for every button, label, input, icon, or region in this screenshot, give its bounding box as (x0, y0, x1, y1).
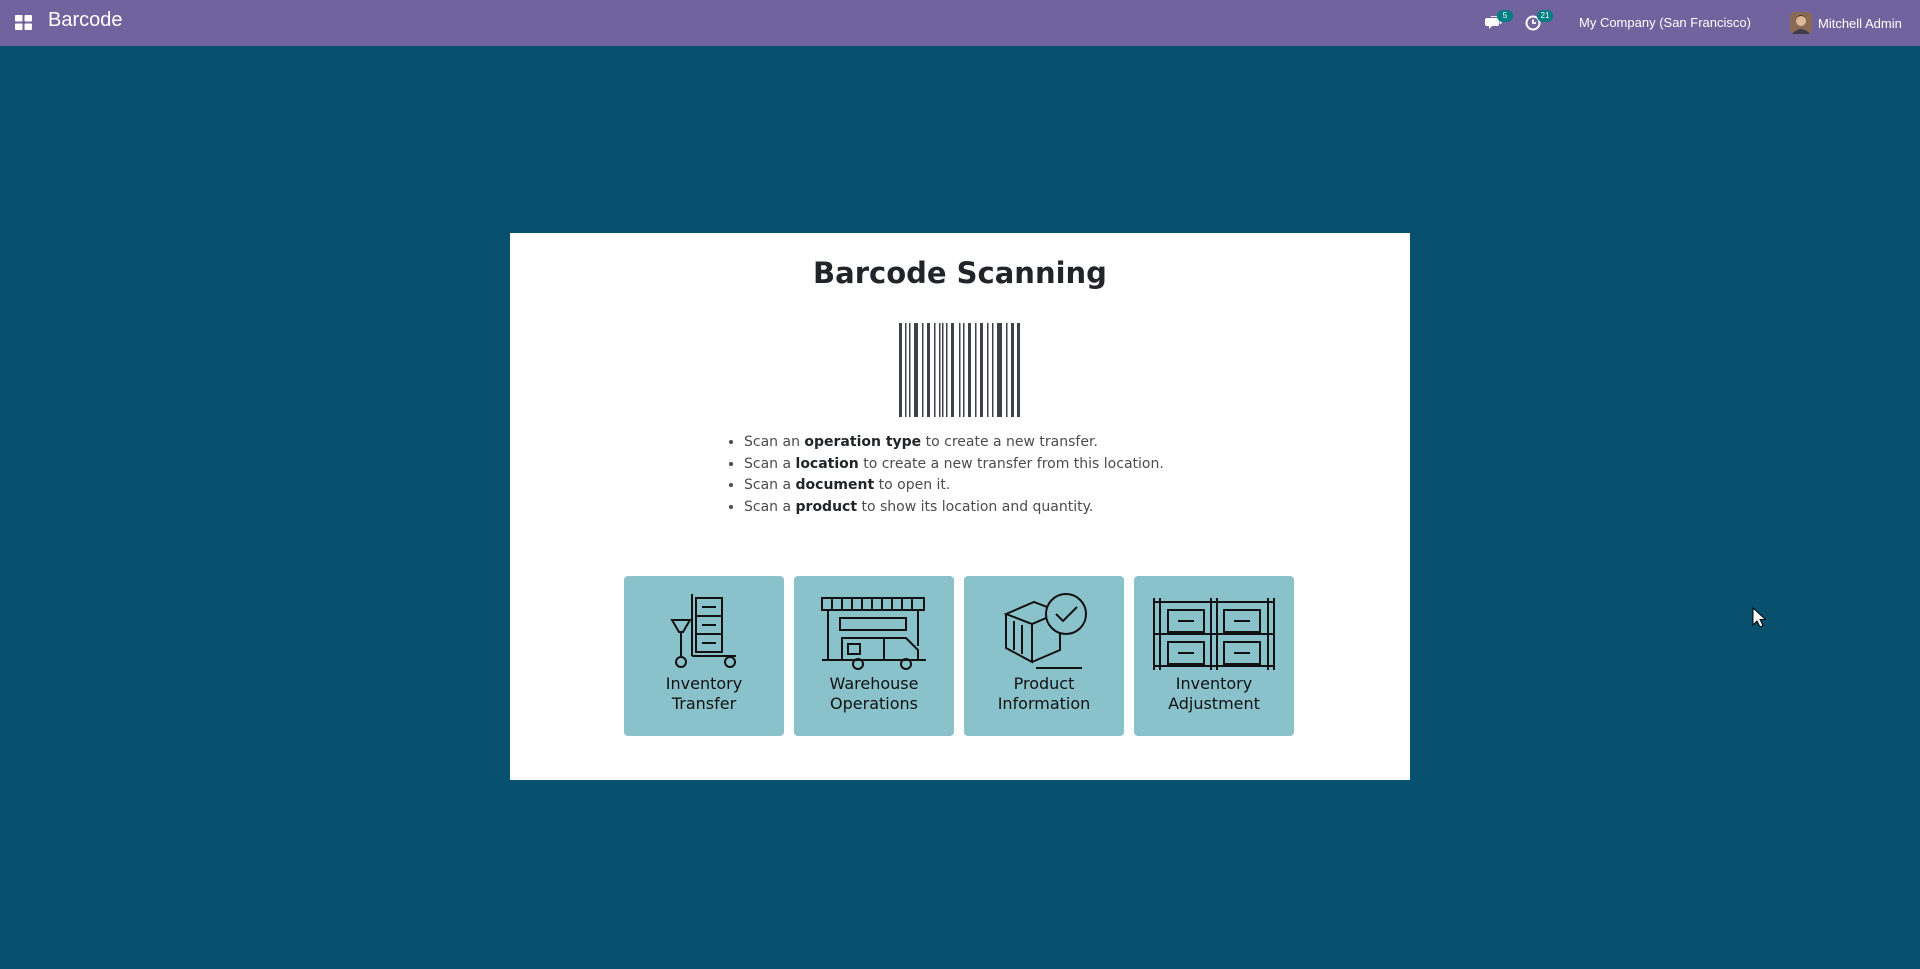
product-information-button[interactable]: Product Information (964, 576, 1124, 736)
warehouse-icon (821, 597, 926, 670)
instruction-item: Scan a product to show its location and … (744, 497, 1164, 519)
user-name: Mitchell Admin (1818, 15, 1902, 31)
avatar (1790, 12, 1812, 34)
barcode-main-card: Barcode Scanning Scan (510, 233, 1410, 780)
instruction-item: Scan a document to open it. (744, 475, 1164, 497)
inventory-transfer-button[interactable]: Inventory Transfer (624, 576, 784, 736)
page-title: Barcode Scanning (813, 256, 1107, 290)
app-name[interactable]: Barcode (48, 9, 123, 32)
messages-button[interactable]: 5 (1485, 10, 1513, 33)
messages-badge: 5 (1497, 10, 1513, 22)
tile-label: Warehouse Operations (829, 674, 919, 713)
shelves-icon (1153, 598, 1275, 670)
inventory-adjustment-button[interactable]: Inventory Adjustment (1134, 576, 1294, 736)
mouse-cursor-icon (1752, 607, 1766, 628)
activities-button[interactable]: 21 (1525, 10, 1553, 33)
top-navbar: Barcode 5 21 My Company (San Francisco) … (0, 0, 1920, 46)
instruction-item: Scan an operation type to create a new t… (744, 432, 1164, 454)
scan-instructions: Scan an operation type to create a new t… (722, 432, 1164, 519)
product-check-icon (1003, 593, 1087, 669)
apps-grid-icon[interactable] (15, 15, 32, 30)
operation-tiles: Inventory Transfer Warehouse Operations … (624, 576, 1294, 736)
tile-label: Inventory Adjustment (1168, 674, 1260, 713)
company-switcher[interactable]: My Company (San Francisco) (1579, 15, 1751, 30)
pallet-truck-icon (670, 594, 736, 668)
activities-badge: 21 (1537, 10, 1553, 22)
warehouse-operations-button[interactable]: Warehouse Operations (794, 576, 954, 736)
tile-label: Product Information (997, 674, 1091, 713)
barcode-icon (899, 323, 1020, 417)
instruction-item: Scan a location to create a new transfer… (744, 454, 1164, 476)
tile-label: Inventory Transfer (665, 674, 743, 713)
user-menu[interactable]: Mitchell Admin (1790, 11, 1902, 35)
